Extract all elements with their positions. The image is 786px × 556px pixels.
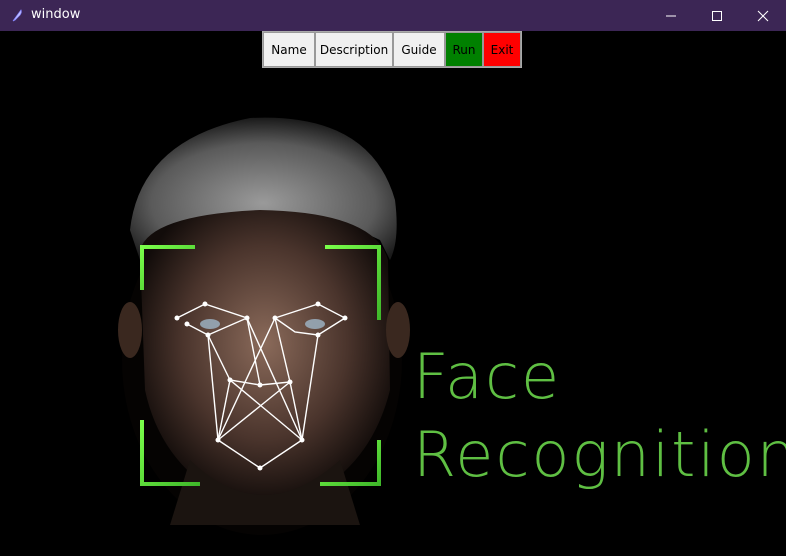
run-button[interactable]: Run bbox=[445, 32, 483, 67]
name-button[interactable]: Name bbox=[263, 32, 315, 67]
minimize-button[interactable] bbox=[648, 0, 694, 31]
banner-title-line2: Recognition bbox=[413, 418, 786, 491]
title-bar[interactable]: window bbox=[0, 0, 786, 31]
feather-icon bbox=[12, 9, 22, 22]
maximize-button[interactable] bbox=[694, 0, 740, 31]
description-button[interactable]: Description bbox=[315, 32, 393, 67]
guide-button[interactable]: Guide bbox=[393, 32, 445, 67]
maximize-icon bbox=[712, 10, 722, 21]
close-icon bbox=[757, 10, 769, 21]
exit-button[interactable]: Exit bbox=[483, 32, 521, 67]
toolbar: Name Description Guide Run Exit bbox=[262, 31, 522, 68]
app-window: window Face Recognition Name Description… bbox=[0, 0, 786, 556]
banner-title-line1: Face bbox=[413, 340, 562, 413]
close-button[interactable] bbox=[740, 0, 786, 31]
window-title: window bbox=[31, 7, 81, 22]
minimize-icon bbox=[666, 15, 676, 16]
